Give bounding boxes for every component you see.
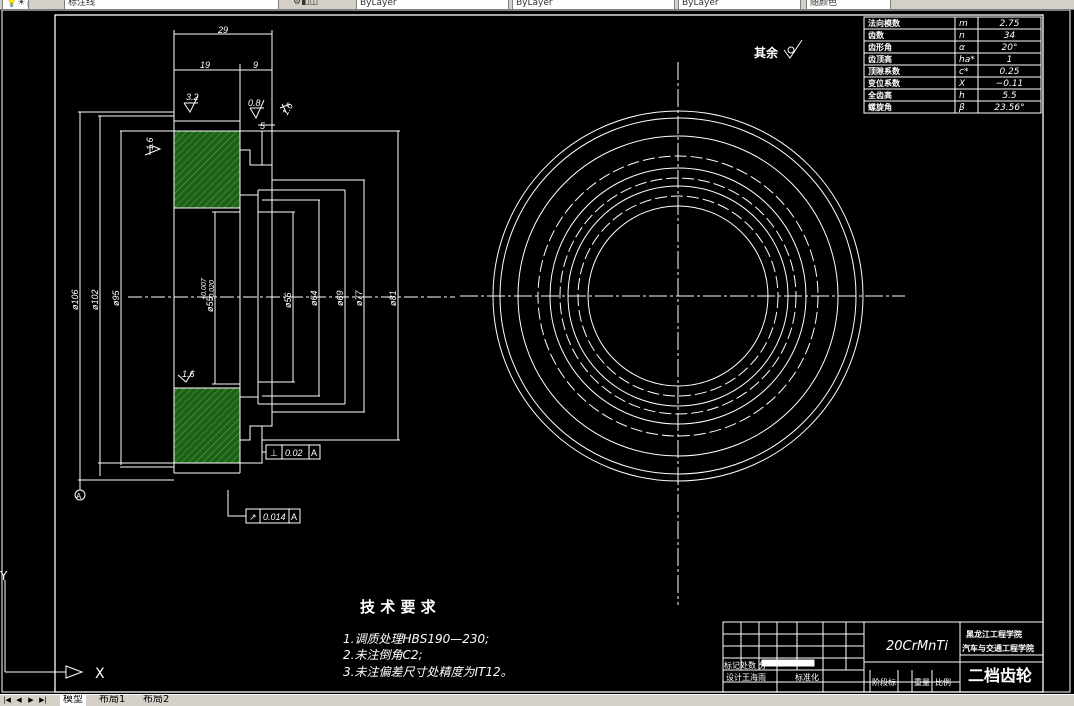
perp-symbol: ⊥	[270, 448, 278, 458]
ucs-icon: X Y	[0, 569, 105, 682]
dim-9: 9	[253, 60, 258, 70]
tab-layout2[interactable]: 布局2	[140, 695, 172, 706]
department-name: 汽车与交通工程学院	[962, 643, 1034, 653]
param-symbol: n	[959, 31, 965, 41]
param-name: 全齿高	[867, 90, 892, 100]
roughness-1-6-a: 1.6	[182, 369, 195, 379]
param-symbol: c*	[959, 67, 969, 77]
dim-tol-lower: -0.020	[209, 280, 216, 300]
dim-5: 5	[260, 121, 266, 131]
param-value: 34	[1004, 31, 1016, 41]
tech-requirements: 技 术 要 求 1.调质处理HBS190—230; 2.未注倒角C2; 3.未注…	[343, 598, 513, 679]
param-name: 齿顶高	[868, 54, 892, 64]
param-value: 2.75	[999, 19, 1019, 29]
dim-phi95: ø95	[111, 289, 121, 306]
tab-layout1[interactable]: 布局1	[96, 695, 128, 706]
dim-phi102: ø102	[90, 289, 100, 310]
tb-scale: 比例	[935, 677, 951, 687]
gear-parameter-table: 法向模数 m 2.75 齿数 n 34 齿形角 α 20° 齿顶高 ha* 1 顶隙系数 c* 0.25 变位…	[863, 16, 1042, 114]
perp-value: 0.02	[285, 448, 303, 458]
section-view	[74, 30, 455, 524]
layer-state-icons[interactable]: 💡☀🔒	[2, 0, 29, 9]
ucs-x-label: X	[95, 666, 105, 682]
dim-phi81: ø81	[388, 290, 398, 306]
dim-19: 19	[200, 60, 210, 70]
tech-note-2: 2.未注倒角C2;	[343, 648, 423, 662]
rest-roughness-label: 其余	[754, 45, 779, 60]
param-value: −0.11	[996, 79, 1024, 89]
dim-phi106: ø106	[70, 289, 80, 310]
lineweight-dropdown[interactable]: ByLayer	[678, 0, 801, 9]
tech-note-1: 1.调质处理HBS190—230;	[343, 632, 489, 646]
dim-phi64: ø64	[309, 290, 319, 306]
roughness-1-6-c: 1.6	[280, 101, 295, 117]
dim-phi56: ø56	[283, 292, 293, 308]
datum-a-label: A	[76, 492, 82, 501]
param-name: 齿形角	[868, 42, 892, 52]
param-value: 0.25	[999, 67, 1019, 77]
runout-symbol: ↗	[249, 512, 257, 522]
linetype-value: ByLayer	[516, 0, 553, 8]
param-name: 齿数	[868, 30, 885, 40]
layer-name: 标注线	[68, 0, 96, 8]
param-name: 顶隙系数	[868, 66, 901, 76]
param-symbol: m	[959, 19, 968, 29]
param-name: 变位系数	[868, 78, 901, 88]
param-symbol: ha*	[959, 55, 975, 65]
runout-value: 0.014	[263, 512, 286, 522]
tb-design: 设计王海雨	[726, 672, 766, 682]
part-name: 二档齿轮	[968, 666, 1032, 685]
roughness-0-8: 0.8	[248, 98, 261, 108]
tech-note-3: 3.未注偏差尺寸处精度为IT12。	[343, 665, 513, 679]
runout-datum: A	[291, 512, 297, 522]
tb-standard: 标准化	[795, 672, 819, 682]
properties-toolbar: 💡☀🔒 标注线 ⚙◧◫ ByLayer ByLayer ByLayer 随颜色	[0, 0, 1074, 10]
plotstyle-value: 随颜色	[810, 0, 838, 8]
param-symbol: β	[958, 103, 965, 113]
roughness-1-6-b: 1.6	[145, 137, 155, 150]
front-view	[460, 62, 905, 605]
school-name: 黑龙江工程学院	[966, 629, 1022, 639]
last-tab-button[interactable]: ▶|	[38, 695, 48, 705]
first-tab-button[interactable]: |◀	[2, 695, 12, 705]
ucs-y-label: Y	[0, 569, 8, 583]
lineweight-value: ByLayer	[682, 0, 719, 8]
param-symbol: h	[959, 91, 965, 101]
roughness-3-2: 3.2	[186, 92, 199, 102]
upper-hatch	[173, 130, 241, 209]
color-value: ByLayer	[360, 0, 397, 8]
material: 20CrMnTi	[886, 639, 948, 654]
param-symbol: X	[958, 79, 966, 89]
perp-datum: A	[311, 448, 317, 458]
linetype-dropdown[interactable]: ByLayer	[512, 0, 675, 9]
dim-phi77: ø77	[354, 289, 364, 306]
color-dropdown[interactable]: ByLayer	[356, 0, 509, 9]
param-name: 螺旋角	[868, 102, 892, 112]
tech-title: 技 术 要 求	[360, 598, 437, 616]
tb-mark: 标记处数 分	[724, 660, 767, 670]
layer-tools-icons[interactable]: ⚙◧◫	[290, 0, 343, 8]
dim-tol-upper: +0.007	[201, 277, 208, 300]
tab-model[interactable]: 模型	[60, 695, 86, 706]
param-value: 5.5	[1002, 91, 1017, 101]
param-value: 20°	[1002, 43, 1018, 53]
prev-tab-button[interactable]: ◀	[14, 695, 24, 705]
param-value: 23.56°	[994, 103, 1024, 113]
param-symbol: α	[959, 43, 965, 53]
layer-dropdown[interactable]: 标注线	[64, 0, 279, 9]
tb-weight: 重量	[914, 677, 930, 687]
inner-frame	[54, 14, 1044, 693]
lower-hatch	[173, 387, 241, 464]
plotstyle-dropdown[interactable]: 随颜色	[806, 0, 891, 9]
dim-phi69: ø69	[335, 290, 345, 306]
param-name: 法向模数	[868, 18, 901, 28]
dim-29: 29	[217, 25, 228, 35]
tb-stage: 阶段标	[872, 677, 896, 687]
layout-tab-bar: |◀ ◀ ▶ ▶| 模型 布局1 布局2	[0, 694, 1074, 706]
param-value: 1	[1007, 55, 1013, 65]
rest-roughness: 其余	[754, 39, 803, 60]
next-tab-button[interactable]: ▶	[26, 695, 36, 705]
drawing-canvas[interactable]: 29 19 9 5 3.2 0.8 1.6 1.6 1.6 ø106 ø102 …	[0, 10, 1074, 694]
